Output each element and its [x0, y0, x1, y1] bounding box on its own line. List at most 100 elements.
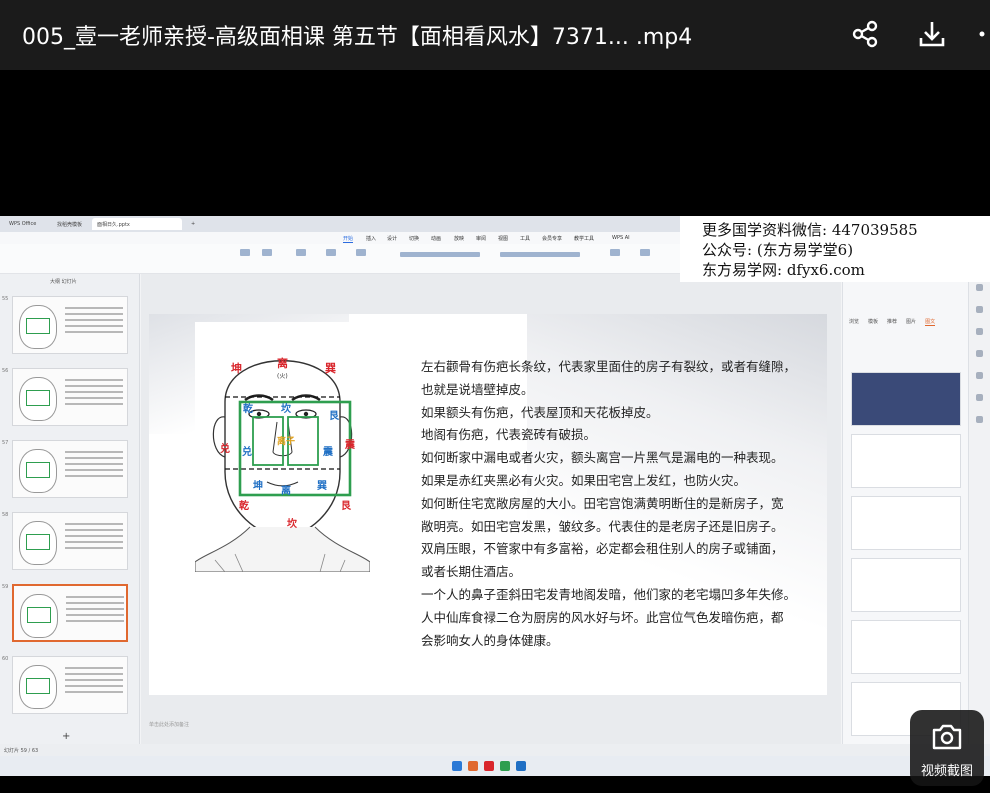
right-tab[interactable]: 图片 [906, 319, 916, 325]
download-icon-svg [919, 22, 945, 47]
label-zhen-outer: 震 [345, 439, 356, 451]
material-card[interactable] [851, 620, 961, 674]
snapshot-label: 视频截图 [920, 764, 973, 779]
text-line: 会影响女人的身体健康。 [421, 632, 559, 648]
snapshot-button[interactable]: 视频截图 [910, 710, 984, 786]
text-line: 左右颧骨有伤疤长条纹，代表家里面住的房子有裂纹，或者有缝隙， [421, 359, 797, 374]
label-huo: (火) [277, 373, 288, 380]
label-gen: 艮 [329, 410, 340, 422]
sidebar-tool-icon[interactable] [974, 372, 984, 380]
menu-wps-ai[interactable]: WPS AI [612, 235, 630, 241]
text-line: 如何断家中漏电或者火灾，额头离宫一片黑气是漏电的一种表现。 [421, 450, 784, 466]
more-icon[interactable] [974, 14, 990, 54]
label-gen-bottom: 艮 [341, 500, 352, 512]
taskbar-app-icon[interactable] [468, 761, 478, 771]
sidebar-tool-icon[interactable] [974, 284, 984, 292]
right-tab[interactable]: 推荐 [887, 319, 897, 325]
label-dui-inner: 兑 [242, 445, 252, 458]
menu-view[interactable]: 视图 [498, 235, 508, 242]
slide-thumbnail[interactable] [12, 296, 128, 354]
share-icon[interactable] [845, 14, 885, 54]
menu-review[interactable]: 审阅 [476, 235, 486, 242]
right-material-panel: 浏览 模板 推荐 图片 图文 [842, 274, 968, 744]
ribbon-layout-icon[interactable] [326, 249, 336, 258]
label-xun-bottom: 巽 [317, 480, 327, 492]
taskbar-app-icon[interactable] [484, 761, 494, 771]
slide-number: 60 [2, 656, 9, 662]
watermark-line: 公众号: (东方易学堂6) [702, 241, 854, 259]
menu-slideshow[interactable]: 放映 [454, 235, 464, 242]
sidebar-tool-icon[interactable] [974, 394, 984, 402]
slide-body-text: 左右颧骨有伤疤长条纹，代表家里面住的房子有裂纹，或者有缝隙， 也就是说墙壁掉皮。… [421, 356, 811, 652]
slide-thumbnail[interactable] [12, 512, 128, 570]
tab-current-file[interactable]: 面相日久.pptx [92, 218, 182, 230]
taskbar-app-icon[interactable] [500, 761, 510, 771]
add-slide-button[interactable]: + [62, 731, 70, 742]
tab-template[interactable]: 找稻壳模板 [52, 218, 87, 230]
sidebar-tool-icon[interactable] [974, 306, 984, 314]
right-tab[interactable]: 模板 [868, 319, 878, 325]
tab-wps-office[interactable]: WPS Office [4, 218, 41, 230]
sidebar-tool-icon[interactable] [974, 328, 984, 336]
watermark-line: 更多国学资料微信: 447039585 [702, 221, 918, 239]
label-qian-bottom: 乾 [239, 499, 249, 512]
menu-home[interactable]: 开始 [343, 235, 354, 243]
label-qian: 乾 [243, 402, 253, 415]
ribbon-shape-icon[interactable] [640, 249, 650, 258]
status-bar: 幻灯片 59 / 63 [0, 744, 990, 756]
player-top-bar: 005_壹一老师亲授-高级面相课 第五节【面相看风水】7371... .mp4 [0, 0, 990, 70]
start-icon[interactable] [452, 761, 462, 771]
right-tab[interactable]: 浏览 [849, 319, 859, 325]
slide-number: 55 [2, 296, 9, 302]
menu-insert[interactable]: 插入 [366, 235, 376, 242]
ribbon-font-icon[interactable] [400, 252, 480, 259]
menu-member[interactable]: 会员专享 [542, 235, 562, 242]
right-tab-active[interactable]: 图文 [925, 319, 936, 326]
ribbon-new-slide-icon[interactable] [296, 249, 306, 258]
label-center: 离子 [277, 435, 295, 447]
menu-design[interactable]: 设计 [387, 235, 397, 242]
slide-thumbnail[interactable] [12, 368, 128, 426]
text-line: 也就是说墙壁掉皮。 [421, 381, 534, 397]
right-tool-sidebar [968, 274, 990, 744]
menu-animation[interactable]: 动画 [431, 235, 441, 242]
text-line: 敞明亮。如田宅宫发黑，皱纹多。代表住的是老房子还是旧房子。 [421, 518, 784, 534]
menu-transition[interactable]: 切换 [409, 235, 419, 242]
watermark-overlay: 更多国学资料微信: 447039585 公众号: (东方易学堂6) 东方易学网:… [680, 216, 990, 282]
ribbon-section-icon[interactable] [356, 249, 366, 258]
slide-thumbnail[interactable] [12, 440, 128, 498]
slide-thumbnail[interactable] [12, 656, 128, 714]
label-li: 离 [277, 356, 288, 370]
taskbar-app-icon[interactable] [516, 761, 526, 771]
ribbon-textbox-icon[interactable] [610, 249, 620, 258]
ribbon-paste-icon[interactable] [240, 249, 250, 258]
notes-placeholder[interactable]: 单击此处添加备注 [149, 721, 189, 728]
text-line: 地阁有伤疤，代表瓷砖有破损。 [421, 427, 597, 443]
ribbon-paragraph-icon[interactable] [500, 252, 580, 259]
menu-tools[interactable]: 工具 [520, 235, 530, 242]
camera-icon [932, 724, 962, 750]
material-card[interactable] [851, 372, 961, 426]
video-frame: WPS Office 找稻壳模板 面相日久.pptx + 开始 插入 设计 切换… [0, 216, 990, 776]
slide-counter: 幻灯片 59 / 63 [4, 748, 39, 754]
sidebar-tool-icon[interactable] [974, 350, 984, 358]
sidebar-tool-icon[interactable] [974, 416, 984, 424]
text-line: 如果额头有伤疤，代表屋顶和天花板掉皮。 [421, 404, 659, 420]
share-icon-svg [852, 20, 878, 48]
material-card[interactable] [851, 434, 961, 488]
download-icon[interactable] [912, 14, 952, 54]
ribbon-format-icon[interactable] [262, 249, 272, 258]
os-taskbar [0, 756, 990, 776]
slide-editor-stage: 坤 离 (火) 巽 乾 坎 艮 兑 兑 离子 震 震 坤 离 巽 乾 坎 艮 左… [141, 274, 841, 744]
right-panel-tabs: 浏览 模板 推荐 图片 图文 [849, 318, 944, 326]
material-card[interactable] [851, 496, 961, 550]
left-panel-title: 大纲 幻灯片 [50, 279, 77, 285]
label-zhen-inner: 震 [323, 446, 334, 458]
watermark-line: 东方易学网: dfyx6.com [702, 261, 865, 279]
tab-add[interactable]: + [186, 218, 200, 230]
text-line: 或者长期住酒店。 [421, 564, 522, 580]
menu-teaching[interactable]: 教学工具 [574, 235, 594, 242]
material-card[interactable] [851, 558, 961, 612]
label-kun-bottom: 坤 [253, 479, 263, 492]
slide-thumbnail-current[interactable] [12, 584, 128, 642]
